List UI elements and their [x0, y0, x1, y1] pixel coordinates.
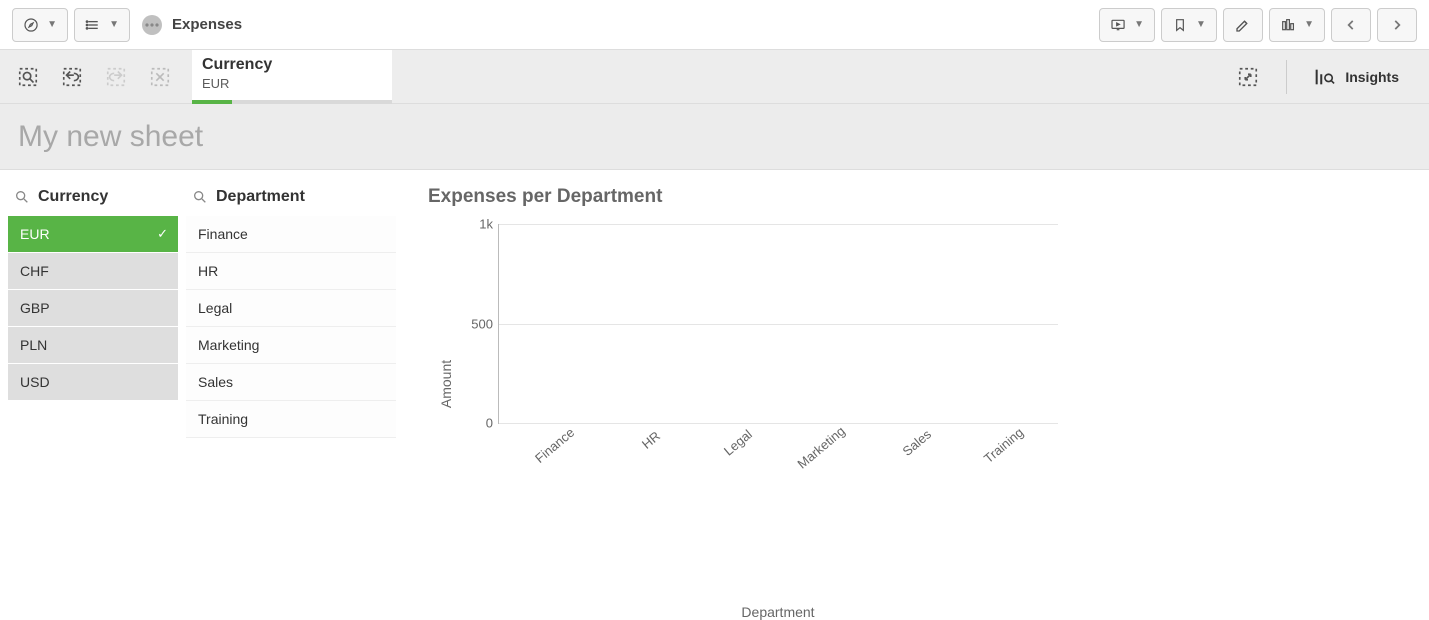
active-selection-tab[interactable]: Currency EUR [192, 50, 392, 104]
prev-sheet-button[interactable] [1331, 8, 1371, 42]
bookmark-button[interactable]: ▼ [1161, 8, 1217, 42]
top-toolbar: ▼ ▼ Expenses ▼ ▼ ▼ [0, 0, 1429, 50]
filterpane-department: Department FinanceHRLegalMarketingSalesT… [186, 182, 396, 554]
sheet-body: Currency EURCHFGBPPLNUSD Department Fina… [0, 170, 1429, 578]
caret-down-icon: ▼ [1134, 19, 1144, 30]
filterpane-department-label: Department [216, 188, 305, 206]
sheets-button[interactable]: ▼ [1269, 8, 1325, 42]
step-back-button[interactable] [50, 57, 94, 97]
step-forward-button [94, 57, 138, 97]
caret-down-icon: ▼ [1304, 19, 1314, 30]
list-item[interactable]: Training [186, 401, 396, 438]
app-icon [142, 15, 162, 35]
chart-title: Expenses per Department [428, 186, 1395, 208]
list-item[interactable]: Legal [186, 290, 396, 327]
insights-label: Insights [1345, 69, 1399, 85]
insights-icon [1313, 66, 1335, 88]
chart-xlabel: Department [498, 604, 1058, 620]
toolbar-right-group: ▼ ▼ ▼ [1099, 8, 1417, 42]
selection-expand-icon [1237, 66, 1259, 88]
filterpane-currency-header[interactable]: Currency [8, 182, 178, 216]
xtick-label: Finance [532, 425, 577, 466]
insights-button[interactable]: Insights [1303, 60, 1409, 94]
selection-search-icon [17, 66, 39, 88]
next-sheet-button[interactable] [1377, 8, 1417, 42]
ytick-label: 500 [453, 316, 493, 331]
selection-tool-button[interactable] [1226, 57, 1270, 97]
caret-down-icon: ▼ [47, 19, 57, 30]
clear-selection-icon [149, 66, 171, 88]
list-item[interactable]: USD [8, 364, 178, 401]
list-menu-button[interactable]: ▼ [74, 8, 130, 42]
bookmark-icon [1172, 16, 1188, 34]
list-icon [85, 16, 101, 34]
chart-ylabel: Amount [438, 360, 454, 408]
selection-field-label: Currency [202, 56, 368, 74]
list-item[interactable]: Finance [186, 216, 396, 253]
list-item[interactable]: HR [186, 253, 396, 290]
undo-selection-icon [61, 66, 83, 88]
smart-search-button[interactable] [6, 57, 50, 97]
clear-selections-button[interactable] [138, 57, 182, 97]
ytick-label: 0 [453, 416, 493, 431]
edit-button[interactable] [1223, 8, 1263, 42]
chart-plot-area: 05001kFinanceHRLegalMarketingSalesTraini… [498, 224, 1058, 424]
sheet-header: My new sheet [0, 104, 1429, 170]
list-item[interactable]: CHF [8, 253, 178, 290]
filterpane-department-header[interactable]: Department [186, 182, 396, 216]
chevron-right-icon [1390, 18, 1404, 32]
list-item[interactable]: PLN [8, 327, 178, 364]
search-icon [14, 189, 30, 205]
play-icon [1110, 16, 1126, 34]
filterpane-currency: Currency EURCHFGBPPLNUSD [8, 182, 178, 554]
bar-chart[interactable]: Expenses per Department Amount 05001kFin… [404, 182, 1419, 554]
xtick-label: Sales [900, 426, 935, 458]
filterpane-currency-label: Currency [38, 188, 108, 206]
redo-selection-icon [105, 66, 127, 88]
selection-toolbar: Currency EUR Insights [0, 50, 1429, 104]
sheets-icon [1280, 16, 1296, 34]
navigation-button[interactable]: ▼ [12, 8, 68, 42]
ytick-label: 1k [453, 217, 493, 232]
caret-down-icon: ▼ [109, 19, 119, 30]
caret-down-icon: ▼ [1196, 19, 1206, 30]
search-icon [192, 189, 208, 205]
compass-icon [23, 16, 39, 34]
list-item[interactable]: GBP [8, 290, 178, 327]
xtick-label: Legal [720, 427, 754, 459]
list-item[interactable]: Marketing [186, 327, 396, 364]
xtick-label: Training [981, 425, 1026, 466]
app-title-wrap: Expenses [142, 15, 242, 35]
selection-field-value: EUR [202, 76, 368, 91]
xtick-label: HR [639, 428, 663, 452]
app-title: Expenses [172, 16, 242, 33]
list-item[interactable]: EUR [8, 216, 178, 253]
xtick-label: Marketing [795, 423, 848, 471]
list-item[interactable]: Sales [186, 364, 396, 401]
sheet-title[interactable]: My new sheet [18, 120, 203, 154]
chevron-left-icon [1344, 18, 1358, 32]
story-button[interactable]: ▼ [1099, 8, 1155, 42]
pencil-icon [1234, 16, 1252, 34]
